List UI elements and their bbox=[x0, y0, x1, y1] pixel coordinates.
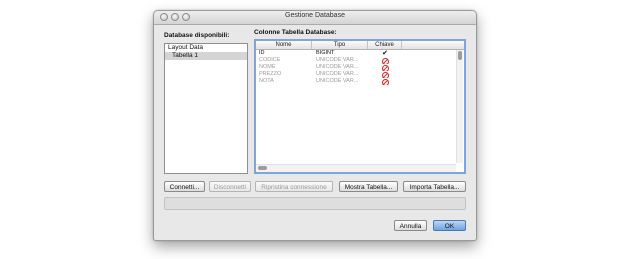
cell-tipo: UNICODE VAR... bbox=[316, 78, 359, 84]
column-header-chiave[interactable]: Chiave bbox=[368, 41, 402, 49]
disconnect-button[interactable]: Disconnetti bbox=[209, 181, 251, 192]
cell-nome: NOME bbox=[259, 64, 276, 70]
show-table-button[interactable]: Mostra Tabella... bbox=[339, 181, 398, 192]
cell-tipo: BIGINT bbox=[316, 50, 335, 56]
restore-connection-button[interactable]: Ripristina connessione bbox=[255, 181, 333, 192]
title-bar: Gestione Database bbox=[154, 11, 476, 25]
available-databases-label: Database disponibili: bbox=[164, 32, 230, 39]
cell-nome: PREZZO bbox=[259, 71, 282, 77]
status-area bbox=[164, 197, 466, 210]
ok-button[interactable]: OK bbox=[433, 220, 466, 231]
checkmark-icon: ✔ bbox=[382, 50, 388, 57]
cell-chiave[interactable]: ✔ bbox=[368, 50, 402, 57]
cell-chiave[interactable] bbox=[368, 64, 402, 71]
window-title: Gestione Database bbox=[285, 12, 345, 19]
table-row[interactable]: NOTA UNICODE VAR... bbox=[256, 78, 456, 85]
cell-tipo: UNICODE VAR... bbox=[316, 57, 359, 63]
table-columns-label: Colonne Tabella Database: bbox=[254, 29, 337, 36]
table-row[interactable]: CODICE UNICODE VAR... bbox=[256, 57, 456, 64]
table-body: ID BIGINT ✔ CODICE UNICODE VAR... NOME UNICODE… bbox=[256, 50, 456, 85]
horizontal-scrollbar[interactable] bbox=[256, 164, 456, 172]
database-list[interactable]: Layout Data Tabella 1 bbox=[164, 43, 248, 174]
columns-table[interactable]: Nome Tipo Chiave ID BIGINT ✔ CODICE UNICODE … bbox=[254, 39, 466, 174]
column-header-nome[interactable]: Nome bbox=[256, 41, 312, 49]
cell-tipo: UNICODE VAR... bbox=[316, 64, 359, 70]
horizontal-scroll-thumb[interactable] bbox=[258, 166, 267, 170]
cell-nome: ID bbox=[259, 50, 265, 56]
cell-tipo: UNICODE VAR... bbox=[316, 71, 359, 77]
import-table-button[interactable]: Importa Tabella... bbox=[403, 181, 466, 192]
forbidden-icon bbox=[381, 79, 389, 85]
cell-chiave[interactable] bbox=[368, 71, 402, 78]
cancel-button[interactable]: Annulla bbox=[394, 220, 427, 231]
database-manager-window: Gestione Database Database disponibili: … bbox=[153, 10, 477, 241]
connect-button[interactable]: Connetti... bbox=[164, 181, 205, 192]
cell-nome: CODICE bbox=[259, 57, 281, 63]
table-header: Nome Tipo Chiave bbox=[256, 41, 464, 50]
cell-chiave[interactable] bbox=[368, 57, 402, 64]
vertical-scrollbar[interactable] bbox=[456, 50, 463, 163]
vertical-scroll-thumb[interactable] bbox=[458, 51, 462, 60]
table-row[interactable]: PREZZO UNICODE VAR... bbox=[256, 71, 456, 78]
table-row[interactable]: ID BIGINT ✔ bbox=[256, 50, 456, 57]
database-list-item[interactable]: Tabella 1 bbox=[165, 52, 247, 60]
database-list-item[interactable]: Layout Data bbox=[165, 44, 247, 52]
column-header-tipo[interactable]: Tipo bbox=[312, 41, 368, 49]
cell-nome: NOTA bbox=[259, 78, 274, 84]
cell-chiave[interactable] bbox=[368, 78, 402, 85]
table-row[interactable]: NOME UNICODE VAR... bbox=[256, 64, 456, 71]
